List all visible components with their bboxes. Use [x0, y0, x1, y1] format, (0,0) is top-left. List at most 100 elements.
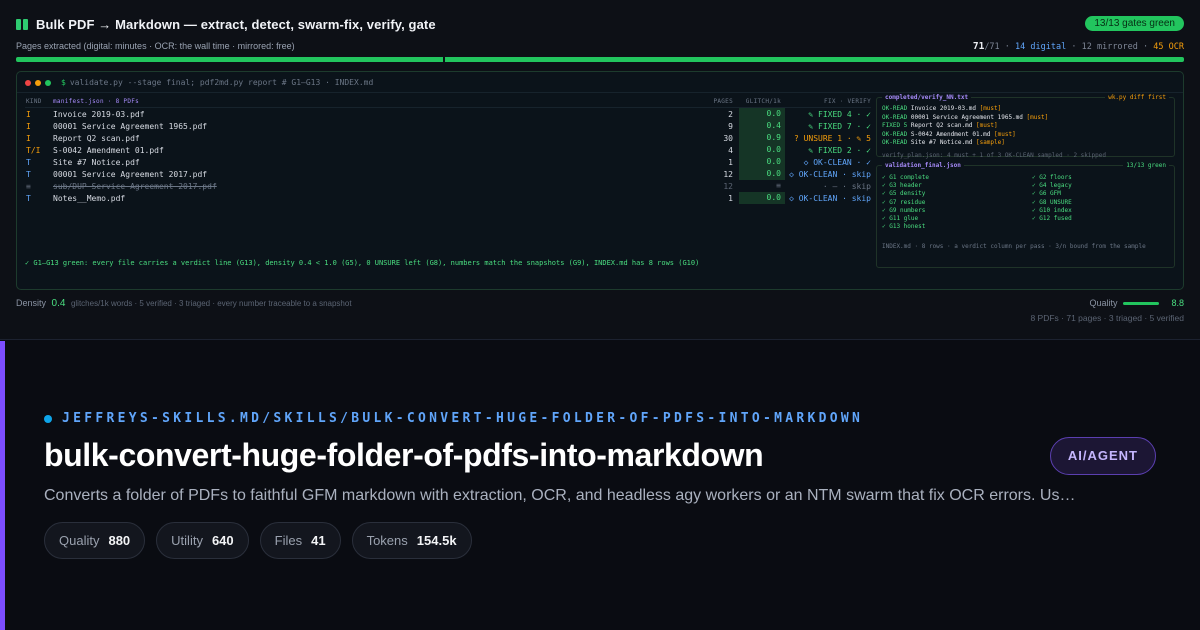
- gate-item: ✓ G1 complete: [882, 174, 929, 181]
- stat-pill-tokens[interactable]: Tokens 154.5k: [351, 522, 472, 559]
- stat-pill-files[interactable]: Files 41: [259, 522, 341, 559]
- table-row[interactable]: T/I S-0042 Amendment 01.pdf 4 0.0 ✎ FIXED 2 …: [25, 144, 871, 156]
- row-glitch: 0.0: [739, 108, 785, 120]
- row-verdict: ✎ FIXED 2 · ✓: [808, 145, 871, 155]
- row-kind: T/I: [26, 145, 41, 155]
- row-pages: 1: [728, 193, 733, 203]
- pages-total: /71: [984, 42, 1000, 52]
- table-row[interactable]: ≡ sub/DUP Service Agreement 2017.pdf 12 ≡ · …: [25, 180, 871, 192]
- gate-item: ✓ G12 fused: [1032, 215, 1072, 223]
- row-verdict: ◇ OK-CLEAN · skip: [789, 169, 871, 179]
- table-row[interactable]: I 00001 Service Agreement 1965.pdf 9 0.4 ✎ F…: [25, 120, 871, 132]
- gate-item: ✓ G6 GFM: [1032, 190, 1061, 198]
- stat-value: 41: [311, 533, 326, 548]
- verify-line: OK-READ Site #7 Notice.md [sample]: [882, 139, 1106, 148]
- verify-panel-title: completed/verify_NN.txt: [882, 94, 972, 101]
- verify-line: FIXED 5 Report Q2 scan.md [must]: [882, 122, 1106, 131]
- row-verdict: ◇ OK-CLEAN · skip: [789, 193, 871, 203]
- row-filename: Notes__Memo.pdf: [53, 193, 126, 203]
- table-row[interactable]: T Notes__Memo.pdf 1 0.0 ◇ OK-CLEAN · skip: [25, 192, 871, 204]
- row-glitch: 0.0: [739, 156, 785, 168]
- terminal-command: $ validate.py --stage final; pdf2md.py re…: [61, 78, 374, 87]
- table-row[interactable]: T 00001 Service Agreement 2017.pdf 12 0.0 ◇ …: [25, 168, 871, 180]
- stat-pills: Quality 880 Utility 640 Files 41 Tokens 154.5k: [44, 522, 472, 559]
- quality-bar: [1123, 301, 1160, 305]
- preview-title: Bulk PDF → Markdown — extract, detect, s…: [36, 16, 436, 32]
- row-glitch: 0.0: [739, 144, 785, 156]
- stat-label: Files: [274, 533, 303, 548]
- row-filename: 00001 Service Agreement 1965.pdf: [53, 121, 208, 131]
- table-body: I Invoice 2019-03.pdf 2 0.0 ✎ FIXED 4 · ✓ I 00…: [25, 108, 871, 204]
- stat-label: Quality: [59, 533, 100, 548]
- gate-item: ✓ G4 legacy: [1032, 182, 1072, 190]
- row-kind: I: [26, 109, 31, 119]
- row-kind: ≡: [26, 181, 31, 191]
- stat-pill-quality[interactable]: Quality 880: [44, 522, 146, 559]
- col-manifest: manifest.json · 8 PDFs: [53, 98, 140, 105]
- table-row[interactable]: T Site #7 Notice.pdf 1 0.0 ◇ OK-CLEAN · ✓: [25, 156, 871, 168]
- gate-item: ✓ G8 UNSURE: [1032, 198, 1072, 206]
- density-stat: Density 0.4 glitches/1k words · 5 verifi…: [16, 298, 352, 309]
- mirrored-count: 12 mirrored: [1081, 42, 1138, 52]
- row-filename: sub/DUP Service Agreement 2017.pdf: [53, 181, 217, 191]
- progress-divider: [444, 57, 445, 62]
- verify-tag: [must]: [1026, 113, 1049, 121]
- verify-status: OK-READ: [882, 113, 908, 121]
- table-header: KIND manifest.json · 8 PDFs PAGES GLITCH…: [25, 96, 871, 108]
- pages-done: 71: [972, 41, 985, 52]
- breadcrumb: JEFFREYS-SKILLS.MD/SKILLS/BULK-CONVERT-H…: [44, 411, 863, 426]
- row-kind: I: [26, 133, 31, 143]
- gate-item: ✓ G9 numbers: [882, 206, 926, 214]
- gates-summary: ✓ G1–G13 green: every file carries a ver…: [25, 259, 700, 267]
- skill-card[interactable]: JEFFREYS-SKILLS.MD/SKILLS/BULK-CONVERT-H…: [0, 341, 1200, 630]
- verify-status: FIXED 5: [882, 122, 908, 129]
- gate-item: ✓ G2 floors: [1032, 174, 1072, 181]
- pages-subtitle: Pages extracted (digital: minutes · OCR:…: [16, 41, 295, 51]
- quality-value: 8.8: [1171, 298, 1184, 308]
- col-kind: KIND: [26, 98, 42, 105]
- row-filename: 00001 Service Agreement 2017.pdf: [53, 169, 208, 179]
- preview-header: Bulk PDF → Markdown — extract, detect, s…: [16, 14, 1184, 34]
- gate-item: ✓ G10 index: [1032, 206, 1072, 214]
- row-glitch: 0.4: [739, 120, 785, 132]
- verify-lines: OK-READ Invoice 2019-03.md [must] OK-READ…: [882, 105, 1106, 160]
- row-pages: 1: [728, 157, 733, 167]
- stat-pill-utility[interactable]: Utility 640: [156, 522, 249, 559]
- verify-tag: [must]: [975, 122, 998, 129]
- table-row[interactable]: I Invoice 2019-03.pdf 2 0.0 ✎ FIXED 4 · ✓: [25, 108, 871, 120]
- category-badge[interactable]: AI/AGENT: [1049, 437, 1156, 475]
- gate-item: ✓ G13 honest: [882, 223, 926, 231]
- row-verdict: ? UNSURE 1 · ✎ 5: [793, 133, 871, 143]
- skill-description: Converts a folder of PDFs to faithful GF…: [44, 487, 1076, 504]
- terminal-titlebar: $ validate.py --stage final; pdf2md.py re…: [25, 78, 373, 87]
- status-dot-icon: [44, 414, 52, 423]
- row-pages: 30: [723, 133, 733, 143]
- stat-value: 640: [211, 533, 234, 548]
- maximize-dot-icon: [45, 79, 51, 86]
- quality-stat: Quality 8.8: [1089, 298, 1184, 308]
- stat-value: 154.5k: [416, 533, 457, 548]
- verify-file: 00001 Service Agreement 1965.md: [910, 113, 1023, 121]
- row-kind: I: [26, 121, 31, 131]
- stat-label: Utility: [171, 533, 203, 548]
- density-value: 0.4: [51, 298, 66, 309]
- row-verdict: ◇ OK-CLEAN · ✓: [803, 157, 871, 167]
- verify-status: OK-READ: [882, 130, 908, 138]
- col-pages: PAGES: [713, 98, 733, 105]
- validation-panel-title: validation_final.json: [882, 162, 964, 169]
- page-counts: 71/71 · 14 digital · 12 mirrored · 45 OC…: [972, 41, 1184, 52]
- close-dot-icon: [25, 79, 31, 86]
- ocr-count: 45 OCR: [1153, 42, 1184, 52]
- col-verdict: FIX · VERIFY: [824, 98, 871, 105]
- accent-stripe: [0, 341, 5, 630]
- gate-item: ✓ G5 density: [882, 190, 926, 198]
- row-kind: T: [26, 193, 31, 203]
- density-detail: glitches/1k words · 5 verified · 3 triag…: [70, 299, 352, 308]
- verify-tag: [sample]: [975, 139, 1005, 146]
- verify-tag: [must]: [979, 105, 1002, 112]
- row-filename: Report Q2 scan.pdf: [53, 133, 140, 143]
- divider: [17, 92, 1183, 93]
- row-glitch: 0.9: [739, 132, 785, 144]
- row-glitch: ≡: [776, 181, 781, 190]
- table-row[interactable]: I Report Q2 scan.pdf 30 0.9 ? UNSURE 1 · ✎ 5: [25, 132, 871, 144]
